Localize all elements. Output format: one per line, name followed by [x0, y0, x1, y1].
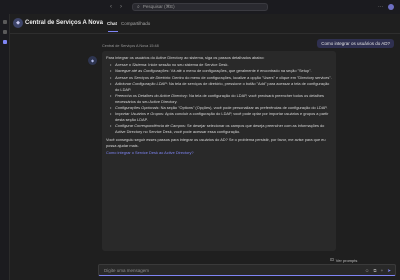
list-item: Configurar Correspondência de Campos: Se… — [110, 123, 332, 135]
step-text: : Na seção "Options" (Opções), você pode… — [158, 105, 328, 111]
composer-placeholder: Digite uma mensagem — [104, 268, 150, 273]
message-composer[interactable]: Digite uma mensagem ☺ ⧉ + ➤ — [98, 264, 396, 276]
list-item: Navegue até as Configurações: Vá até o m… — [110, 68, 332, 74]
more-icon[interactable]: ··· — [378, 4, 383, 10]
rail-app-icon[interactable] — [3, 20, 7, 24]
add-icon[interactable]: + — [381, 268, 384, 274]
step-text: : Dentro do menu de configurações, local… — [170, 74, 332, 80]
rail-chat-icon[interactable] — [3, 40, 7, 44]
step-title: Importar Usuários e Grupos — [115, 111, 164, 117]
view-prompts-label: Ver prompts — [335, 257, 358, 263]
list-item: Configurações Opcionais: Na seção "Optio… — [110, 105, 332, 111]
send-icon[interactable]: ➤ — [387, 268, 391, 274]
bot-message-bubble: Para integrar os usuários do Active Dire… — [102, 51, 336, 251]
composer-tools: ☺ ⧉ + ➤ — [365, 268, 391, 274]
message-meta: Central de Serviços A Nova 15:48 — [102, 44, 159, 48]
app-rail — [0, 14, 10, 280]
prompts-icon: ⊡ — [330, 257, 334, 262]
step-title: Configurar Correspondência de Campos — [115, 123, 185, 129]
user-avatar[interactable] — [388, 4, 394, 10]
search-icon: ⌕ — [137, 4, 140, 10]
bot-avatar-icon: ◆ — [88, 56, 97, 65]
list-item: Acesse os Serviços de Diretório: Dentro … — [110, 75, 332, 81]
forward-icon[interactable]: › — [118, 4, 124, 10]
list-item: Acesse o Sistema: Inicie sessão no seu s… — [110, 62, 332, 68]
message-outro: Você conseguiu seguir esses passos para … — [106, 137, 326, 148]
title-bar: ‹ › ⌕ Pesquisar (⌘E) ··· — [0, 0, 400, 14]
attach-icon[interactable]: ⧉ — [373, 268, 376, 274]
step-title: Configurações Opcionais — [115, 105, 159, 111]
search-input[interactable]: ⌕ Pesquisar (⌘E) — [132, 3, 268, 11]
step-title: Adicionar Configuração LDAP — [115, 80, 167, 86]
message-intro: Para integrar os usuários do Active Dire… — [106, 55, 265, 60]
step-text: : Vá até o menu de configurações, que ge… — [168, 68, 312, 74]
step-title: Preencha os Detalhes do Active Directory — [115, 92, 187, 98]
list-item: Preencha os Detalhes do Active Directory… — [110, 93, 332, 105]
bot-avatar-icon: ◆ — [13, 18, 23, 28]
title-bar-actions: ··· — [378, 4, 394, 10]
emoji-icon[interactable]: ☺ — [365, 268, 370, 274]
search-placeholder: Pesquisar (⌘E) — [142, 4, 175, 9]
step-title: Navegue até as Configurações — [115, 68, 169, 74]
teams-chat-window: ‹ › ⌕ Pesquisar (⌘E) ··· ◆ Central de Se… — [0, 0, 400, 280]
list-item: Adicionar Configuração LDAP: Na tela de … — [110, 81, 332, 93]
tab-compartilhado[interactable]: Compartilhado — [121, 21, 150, 26]
list-item: Importar Usuários e Grupos: Após conclui… — [110, 111, 332, 123]
step-title: Acesse o Sistema — [115, 61, 147, 67]
steps-list: Acesse o Sistema: Inicie sessão no seu s… — [106, 62, 332, 135]
sent-message: Como integrar os usuários do AD? — [317, 39, 394, 48]
step-text: : Inicie sessão no seu sistema de Servic… — [146, 61, 229, 67]
chat-title: Central de Serviços A Nova — [25, 20, 103, 26]
suggested-question-link[interactable]: Como integrar o Service Desk ao Active D… — [106, 150, 332, 156]
view-prompts-button[interactable]: ⊡ Ver prompts — [330, 257, 357, 263]
chat-header: ◆ Central de Serviços A Nova Chat Compar… — [10, 14, 400, 34]
step-title: Acesse os Serviços de Diretório — [115, 74, 171, 80]
tab-chat[interactable]: Chat — [107, 21, 117, 26]
rail-app-icon[interactable] — [3, 30, 7, 34]
back-icon[interactable]: ‹ — [108, 4, 114, 10]
active-tab-indicator — [108, 31, 118, 32]
